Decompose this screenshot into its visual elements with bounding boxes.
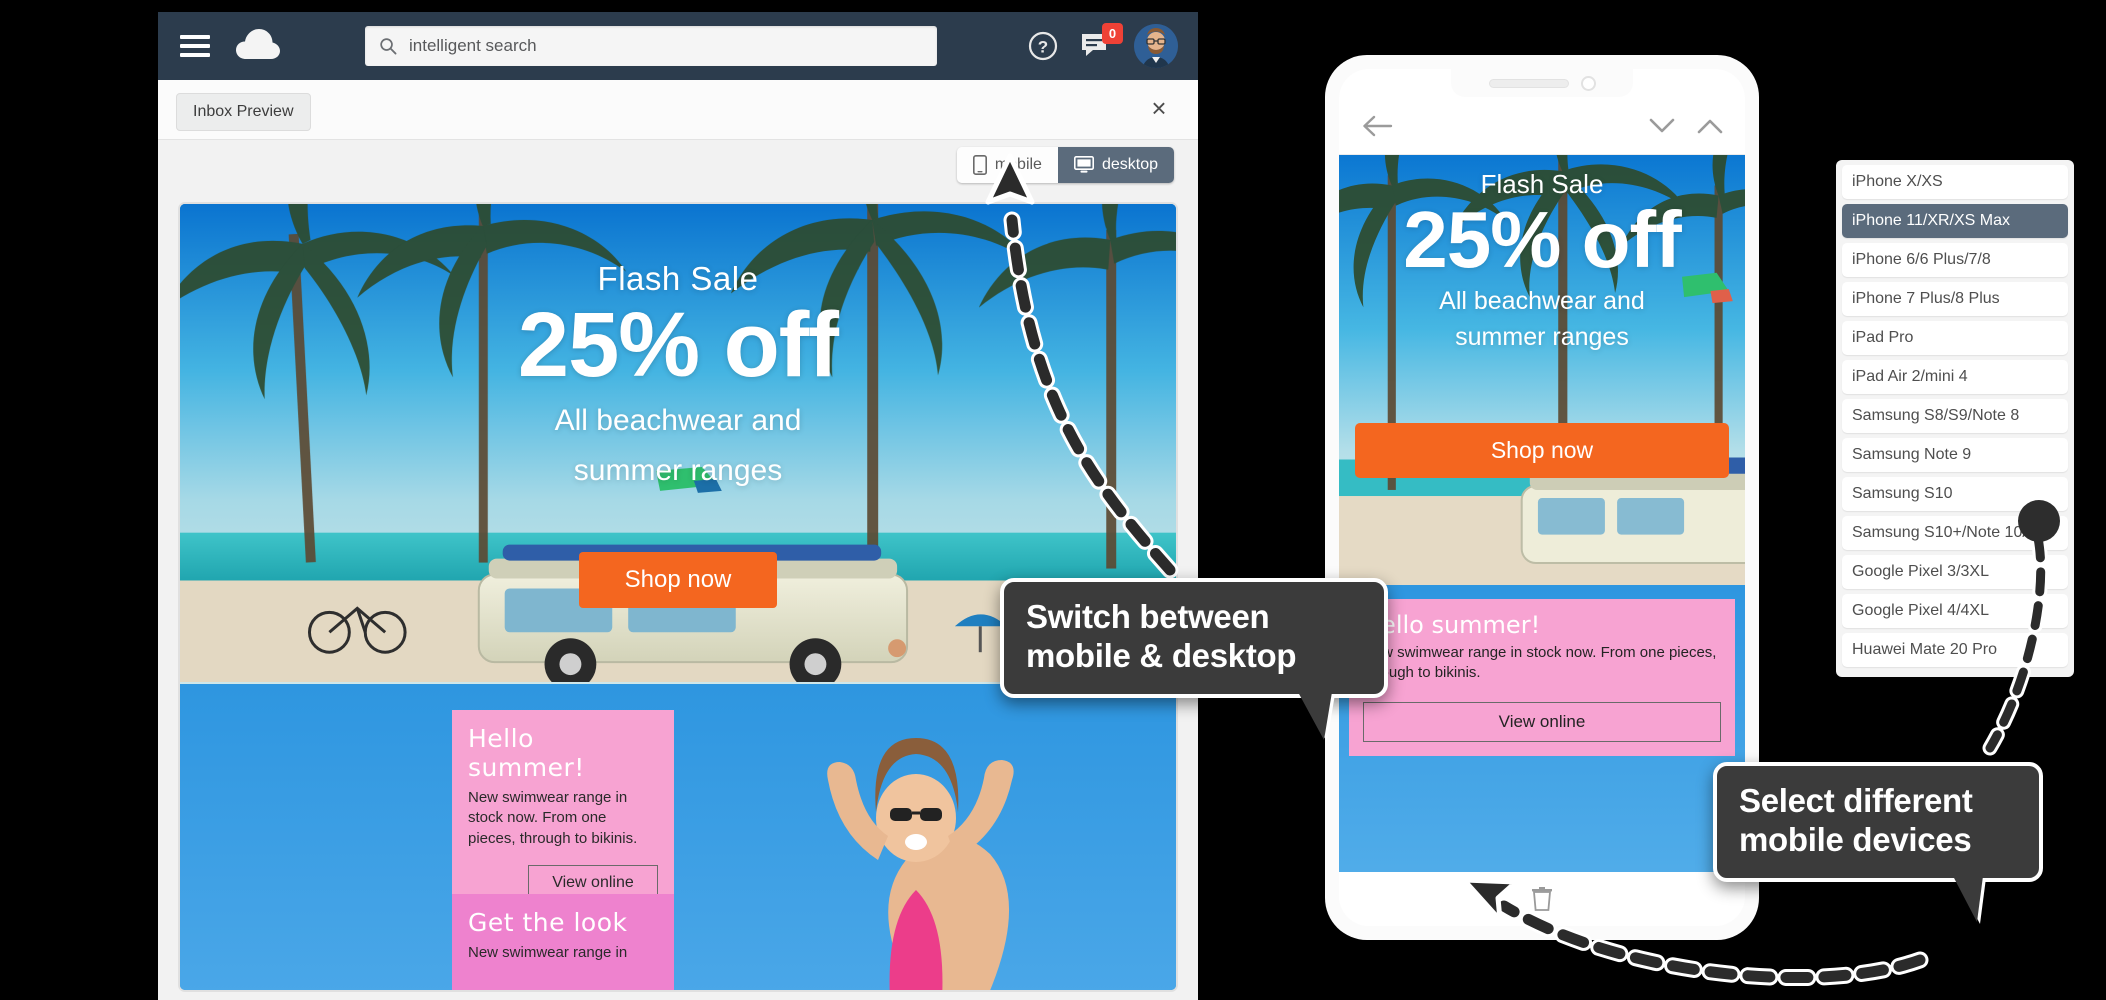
callout-line-1: Switch between bbox=[1026, 598, 1270, 635]
phone-shop-now-button[interactable]: Shop now bbox=[1355, 423, 1729, 478]
app-header: ? 0 bbox=[158, 12, 1198, 80]
hero-headline: 25% off bbox=[517, 294, 839, 396]
phone-hero-subline-2: summer ranges bbox=[1455, 323, 1629, 351]
callout-tail bbox=[1953, 875, 1983, 922]
phone-hero-text: Flash Sale 25% off All beachwear and sum… bbox=[1339, 169, 1745, 352]
message-count-badge: 0 bbox=[1102, 23, 1123, 44]
callout-line-1: Select different bbox=[1739, 782, 1973, 819]
phone-hero: Flash Sale 25% off All beachwear and sum… bbox=[1339, 155, 1745, 585]
callout-line-2: mobile & desktop bbox=[1026, 636, 1297, 674]
phone-email-nav bbox=[1339, 97, 1745, 155]
device-list-item[interactable]: Google Pixel 4/4XL bbox=[1842, 594, 2068, 628]
device-list-item[interactable]: Samsung Note 9 bbox=[1842, 438, 2068, 472]
cloud-logo-icon[interactable] bbox=[236, 29, 280, 63]
shop-now-button[interactable]: Shop now bbox=[579, 552, 777, 608]
svg-text:?: ? bbox=[1038, 38, 1048, 57]
phone-view-online-button[interactable]: View online bbox=[1363, 701, 1721, 742]
hero-subline-1: All beachwear and bbox=[554, 404, 802, 438]
search-icon bbox=[380, 38, 397, 55]
phone-nav-chevrons bbox=[1649, 117, 1723, 135]
sub-toolbar: Inbox Preview × bbox=[158, 80, 1198, 140]
hero-subline-2: summer ranges bbox=[573, 453, 783, 487]
email-card-hello-summer: Hello summer! New swimwear range in stoc… bbox=[452, 710, 674, 917]
email-card-get-the-look: Get the look New swimwear range in bbox=[452, 894, 674, 990]
device-list-item[interactable]: iPad Pro bbox=[1842, 321, 2068, 355]
device-list-item-selected[interactable]: iPhone 11/XR/XS Max bbox=[1842, 204, 2068, 238]
device-mode-toggle: mobile desktop bbox=[956, 147, 1174, 183]
email-lower-section: Hello summer! New swimwear range in stoc… bbox=[180, 684, 1176, 990]
callout-anchor-dot bbox=[2018, 500, 2060, 542]
phone-screen: Flash Sale 25% off All beachwear and sum… bbox=[1339, 69, 1745, 926]
hero-text-block: Flash Sale 25% off All beachwear and sum… bbox=[180, 260, 1176, 489]
card-title: Get the look bbox=[468, 908, 628, 937]
back-arrow-icon[interactable] bbox=[1361, 114, 1393, 138]
chevron-down-icon[interactable] bbox=[1649, 117, 1675, 135]
close-icon[interactable]: × bbox=[1146, 95, 1172, 122]
app-window: ? 0 bbox=[158, 12, 1198, 1000]
phone-camera-icon bbox=[1580, 75, 1596, 91]
desktop-monitor-icon bbox=[1073, 156, 1094, 173]
device-selector-list: iPhone X/XS iPhone 11/XR/XS Max iPhone 6… bbox=[1836, 160, 2074, 677]
chevron-up-icon[interactable] bbox=[1697, 117, 1723, 135]
phone-card-body: New swimwear range in stock now. From on… bbox=[1363, 644, 1717, 682]
phone-hero-subline-1: All beachwear and bbox=[1439, 287, 1645, 315]
callout-select-mobile-devices: Select different mobile devices bbox=[1713, 762, 2043, 922]
toggle-mobile-label: mobile bbox=[994, 156, 1042, 173]
phone-speaker bbox=[1488, 78, 1569, 88]
user-avatar[interactable] bbox=[1134, 24, 1178, 68]
callout-switch-mobile-desktop: Switch between mobile & desktop bbox=[1000, 578, 1388, 740]
callout-line-2: mobile devices bbox=[1739, 820, 1972, 858]
search-input[interactable] bbox=[409, 36, 923, 56]
lifestyle-photo bbox=[827, 738, 1014, 990]
phone-notch bbox=[1451, 69, 1633, 97]
hamburger-menu-icon[interactable] bbox=[180, 35, 210, 57]
hero-kicker: Flash Sale bbox=[597, 260, 759, 297]
card-body: New swimwear range in stock now. From on… bbox=[468, 789, 638, 847]
phone-hero-headline: 25% off bbox=[1403, 195, 1682, 284]
chat-message-icon[interactable]: 0 bbox=[1080, 23, 1123, 60]
device-list-item[interactable]: Google Pixel 3/3XL bbox=[1842, 555, 2068, 589]
phone-lower-section: Hello summer! New swimwear range in stoc… bbox=[1339, 585, 1745, 895]
tab-inbox-preview[interactable]: Inbox Preview bbox=[176, 93, 311, 131]
phone-email-body: Flash Sale 25% off All beachwear and sum… bbox=[1339, 155, 1745, 926]
screenshot-stage: ? 0 bbox=[0, 0, 2106, 1000]
mobile-phone-icon bbox=[972, 155, 987, 175]
toggle-desktop-label: desktop bbox=[1101, 156, 1158, 173]
phone-card-title: Hello summer! bbox=[1363, 611, 1541, 639]
callout-tail bbox=[1298, 691, 1332, 740]
device-list-item[interactable]: Samsung S8/S9/Note 8 bbox=[1842, 399, 2068, 433]
search-input-wrapper[interactable] bbox=[365, 26, 937, 66]
phone-email-card: Hello summer! New swimwear range in stoc… bbox=[1349, 599, 1735, 756]
card-title: Hello summer! bbox=[468, 724, 585, 782]
trash-can-icon[interactable] bbox=[1531, 886, 1553, 912]
device-list-item[interactable]: iPhone 6/6 Plus/7/8 bbox=[1842, 243, 2068, 277]
toggle-desktop-button[interactable]: desktop bbox=[1057, 147, 1174, 183]
device-list-item[interactable]: iPhone X/XS bbox=[1842, 165, 2068, 199]
mobile-device-mockup: Flash Sale 25% off All beachwear and sum… bbox=[1325, 55, 1759, 940]
header-actions: ? 0 bbox=[1028, 12, 1178, 80]
question-mark-help-icon[interactable]: ? bbox=[1028, 31, 1058, 61]
device-list-item[interactable]: iPad Air 2/mini 4 bbox=[1842, 360, 2068, 394]
toggle-mobile-button[interactable]: mobile bbox=[956, 147, 1058, 183]
phone-email-footer bbox=[1339, 872, 1745, 926]
preview-toolbar: mobile desktop bbox=[158, 140, 1198, 194]
device-list-item[interactable]: Huawei Mate 20 Pro bbox=[1842, 633, 2068, 667]
card-body: New swimwear range in bbox=[468, 944, 628, 961]
device-list-item[interactable]: iPhone 7 Plus/8 Plus bbox=[1842, 282, 2068, 316]
